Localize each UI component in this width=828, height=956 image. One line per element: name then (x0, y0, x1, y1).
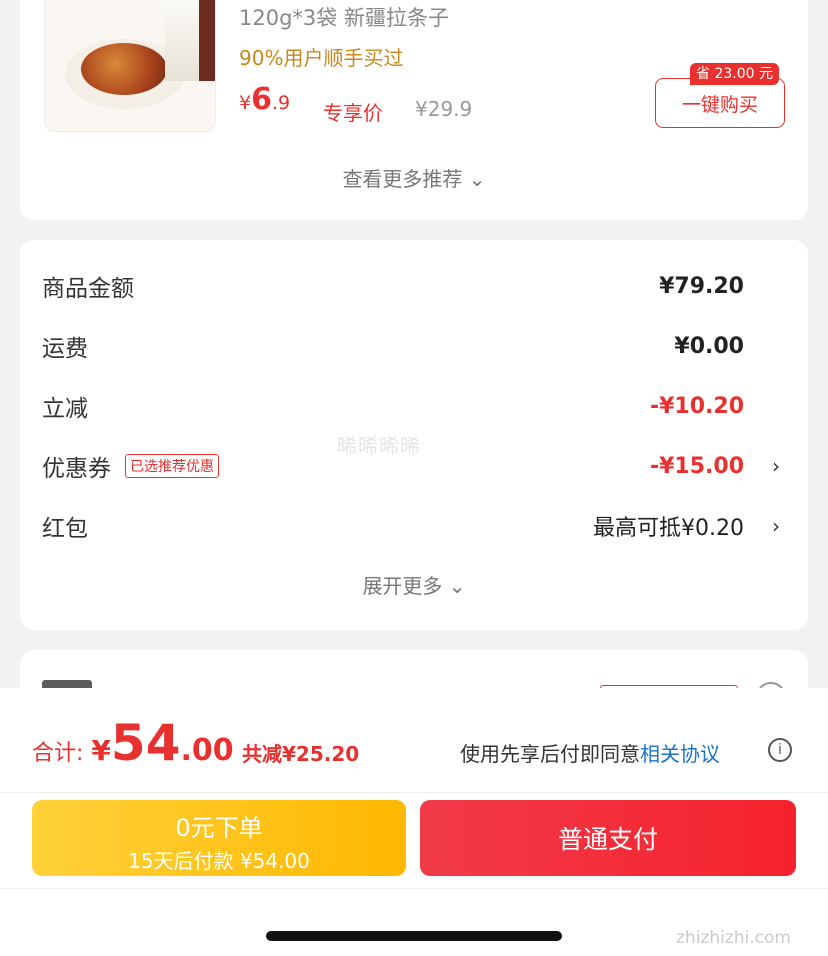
site-url-watermark: zhizhizhi.com (676, 928, 791, 948)
total-currency: ¥ (91, 734, 111, 767)
watermark: 晞晞晞晞 (337, 434, 421, 458)
chevron-right-icon[interactable]: › (744, 454, 780, 478)
row-value: ¥0.00 (674, 333, 744, 359)
save-amount-badge: 省 23.00 元 (690, 63, 779, 85)
coupon-selected-tag: 已选推荐优惠 (125, 454, 219, 478)
home-indicator (266, 931, 562, 941)
agreement-prefix: 使用先享后付即同意 (460, 742, 640, 766)
price-decimal: .9 (271, 92, 291, 114)
expand-more-link[interactable]: 展开更多 ⌄ (20, 570, 808, 599)
row-label: 优惠券 (42, 456, 111, 482)
product-title[interactable]: 120g*3袋 新疆拉条子 (239, 2, 449, 32)
row-value: 最高可抵¥0.20 (593, 516, 744, 541)
summary-row-red-packet[interactable]: 红包 最高可抵¥0.20 › (42, 506, 780, 546)
agreement-link[interactable]: 相关协议 (640, 742, 720, 766)
info-icon[interactable]: i (768, 738, 792, 762)
bought-rate: 90%用户顺手买过 (239, 46, 404, 70)
checkout-bar: 合计: ¥54.00 共减¥25.20 使用先享后付即同意相关协议 i 0元下单 … (0, 688, 828, 956)
total-amount: 合计: ¥54.00 (32, 714, 234, 772)
summary-row-shipping: 运费 ¥0.00 (42, 326, 780, 366)
summary-row-goods-amount: 商品金额 ¥79.20 (42, 266, 780, 306)
row-label: 立减 (42, 396, 88, 422)
more-recommendations-link[interactable]: 查看更多推荐 ⌄ (20, 163, 808, 192)
total-decimal: .00 (180, 733, 234, 768)
original-price: ¥29.9 (415, 97, 473, 121)
row-value: -¥15.00 (649, 453, 744, 479)
total-integer: 54 (110, 714, 181, 772)
food-graphic (81, 43, 167, 95)
row-label: 商品金额 (42, 276, 134, 302)
price-integer: 6 (251, 82, 272, 117)
product-price: ¥6.9 (239, 82, 290, 117)
divider (0, 888, 828, 889)
pay-later-button[interactable]: 0元下单 15天后付款 ¥54.00 (32, 800, 406, 876)
price-currency: ¥ (239, 92, 252, 114)
row-value: -¥10.20 (649, 393, 744, 419)
product-image[interactable] (44, 0, 216, 132)
pay-later-title: 0元下单 (175, 814, 263, 842)
row-value: ¥79.20 (659, 273, 744, 299)
total-label: 合计: (32, 741, 84, 766)
normal-pay-button[interactable]: 普通支付 (420, 800, 796, 876)
total-saved: 共减¥25.20 (242, 742, 360, 766)
row-label: 红包 (42, 516, 88, 542)
summary-row-instant-discount: 立减 -¥10.20 (42, 386, 780, 426)
one-click-buy-button[interactable]: 一键购买 (655, 78, 785, 128)
agreement-text: 使用先享后付即同意相关协议 (460, 738, 720, 767)
pay-later-subtitle: 15天后付款 ¥54.00 (128, 849, 310, 873)
package-side-graphic (199, 0, 215, 81)
divider (0, 792, 828, 793)
exclusive-price-label: 专享价 (323, 101, 383, 125)
row-label: 运费 (42, 336, 88, 362)
recommendation-card: 120g*3袋 新疆拉条子 90%用户顺手买过 ¥6.9 专享价 ¥29.9 一… (20, 0, 808, 220)
chevron-right-icon[interactable]: › (744, 514, 780, 538)
